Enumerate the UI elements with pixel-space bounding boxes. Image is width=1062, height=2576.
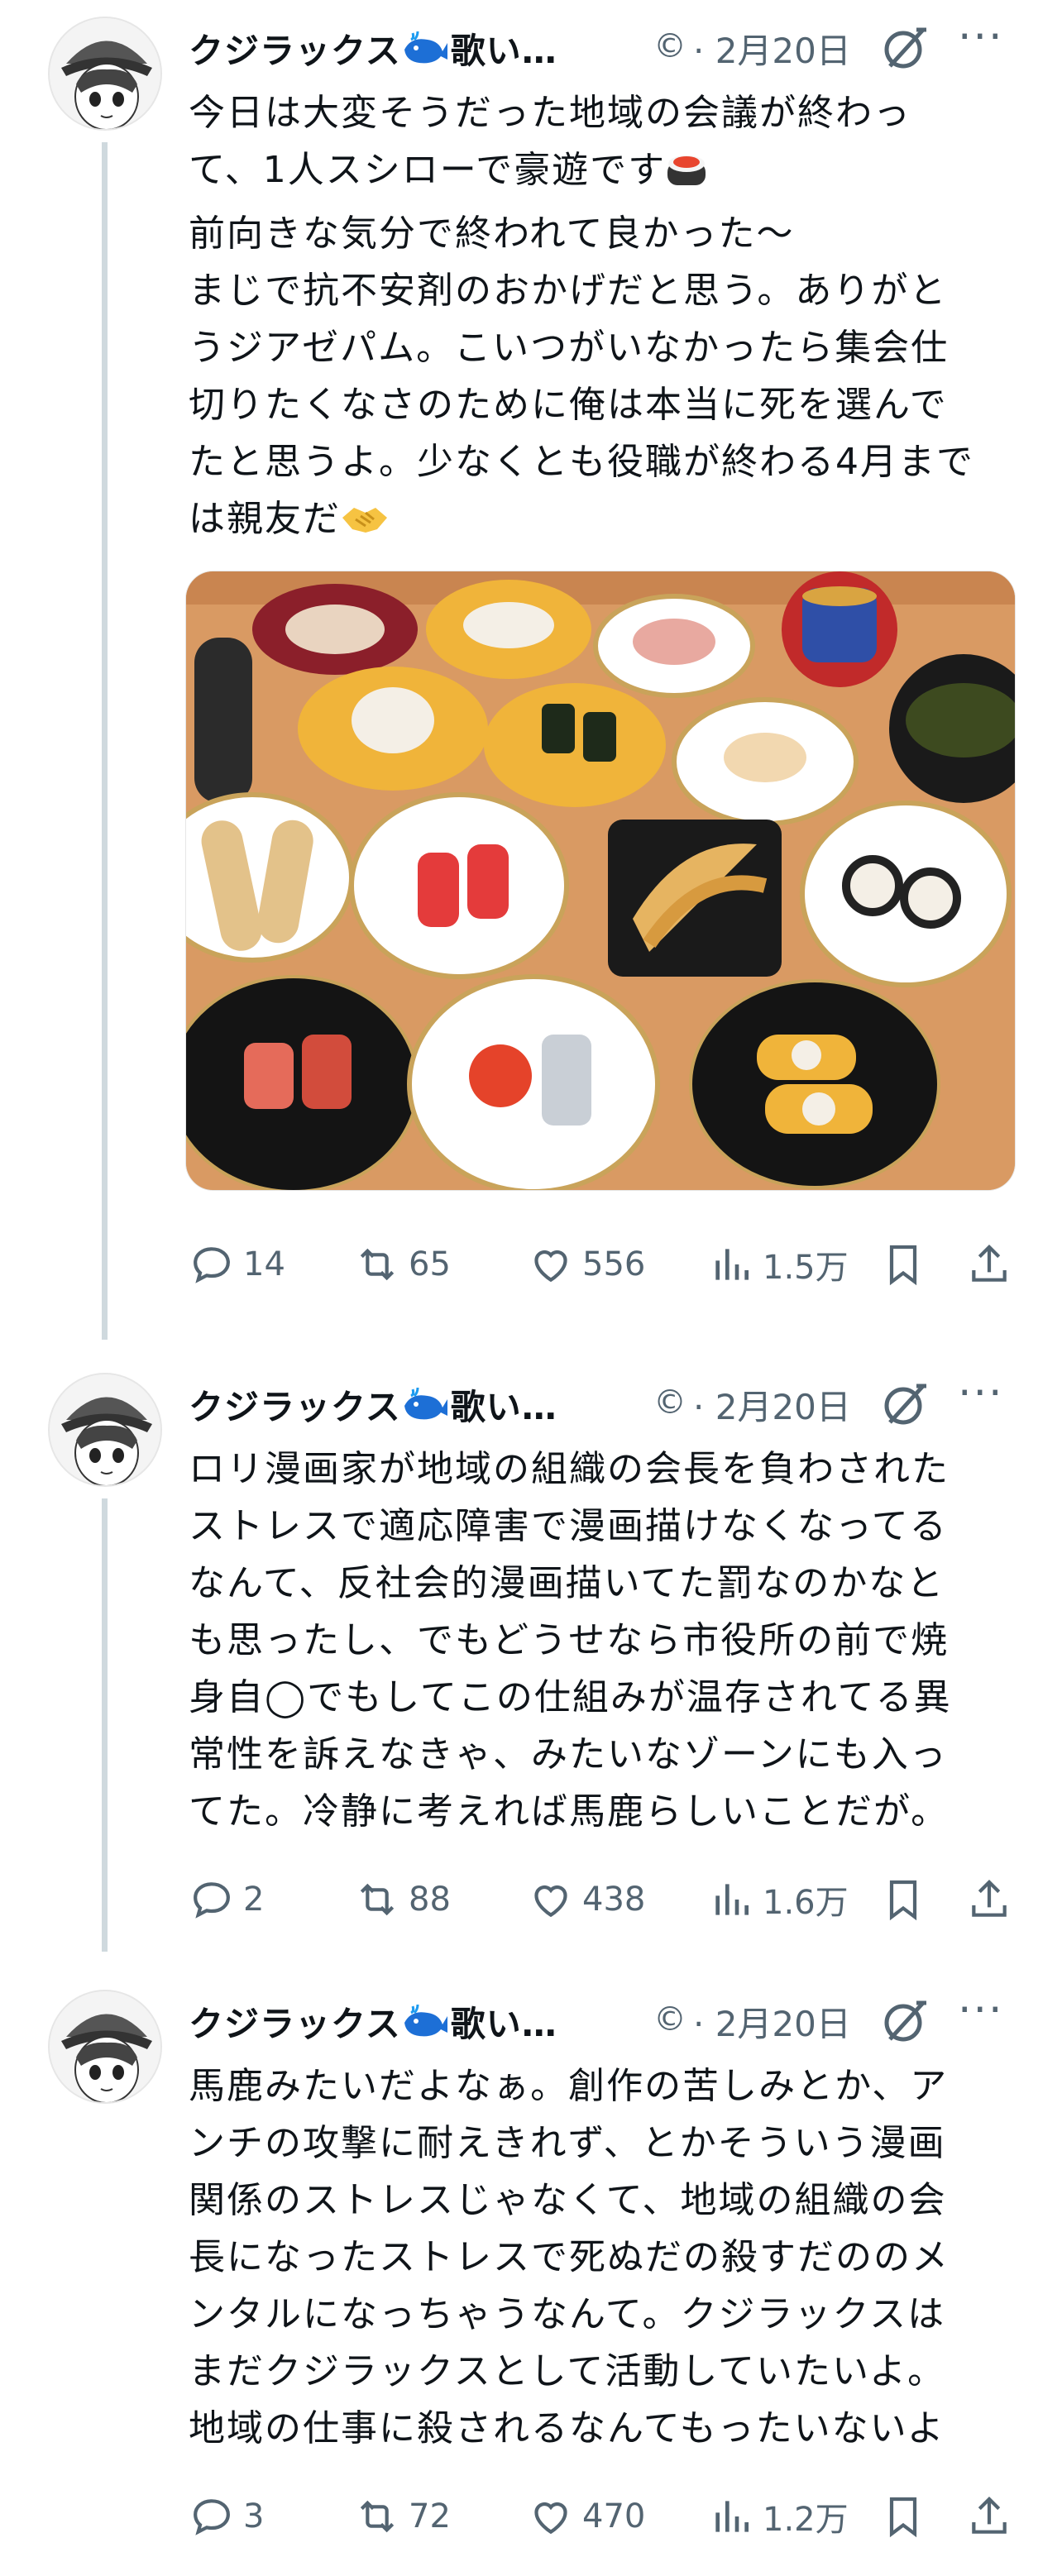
avatar-image bbox=[50, 18, 160, 129]
more-options-icon[interactable]: ··· bbox=[958, 1989, 1024, 2041]
like-button[interactable]: 470 bbox=[528, 2488, 645, 2545]
tweet-actions: 2 88 438 1.6万 bbox=[189, 1871, 1037, 1928]
tweet-header: クジラックス 歌い… © · 2月20日 ··· bbox=[189, 1372, 1029, 1432]
share-icon bbox=[972, 1880, 1007, 1917]
tweet-actions: 14 65 556 1.5万 bbox=[189, 1235, 1037, 1293]
copyright-icon: © bbox=[653, 1384, 686, 1422]
bookmark-button[interactable] bbox=[880, 2488, 935, 2545]
display-name[interactable]: クジラックス 歌い… bbox=[189, 23, 557, 76]
sushi-emoji bbox=[666, 148, 707, 205]
tweet[interactable]: クジラックス 歌い… © · 2月20日 ··· 馬鹿みたいだよなぁ。創作の苦しみ… bbox=[0, 1973, 1062, 2576]
grok-icon[interactable] bbox=[880, 23, 930, 73]
whale-emoji bbox=[403, 1387, 449, 1432]
retweet-button[interactable]: 65 bbox=[354, 1235, 451, 1293]
whale-emoji bbox=[403, 2004, 449, 2049]
share-icon bbox=[972, 1245, 1007, 1282]
views-button[interactable]: 1.6万 bbox=[708, 1871, 849, 1928]
retweet-button[interactable]: 72 bbox=[354, 2488, 451, 2545]
share-button[interactable] bbox=[966, 1871, 1021, 1928]
reply-button[interactable]: 2 bbox=[189, 1871, 264, 1928]
avatar-image bbox=[50, 1374, 160, 1485]
grok-icon[interactable] bbox=[880, 1379, 930, 1429]
avatar[interactable] bbox=[48, 1990, 162, 2104]
reply-button[interactable]: 3 bbox=[189, 2488, 264, 2545]
copyright-icon: © bbox=[653, 2000, 686, 2038]
tweet-date[interactable]: · 2月20日 bbox=[693, 23, 851, 74]
bookmark-button[interactable] bbox=[880, 1871, 935, 1928]
display-name[interactable]: クジラックス 歌い… bbox=[189, 1379, 557, 1432]
thread-line bbox=[102, 142, 108, 1340]
tweet-header: クジラックス 歌い… © · 2月20日 ··· bbox=[189, 16, 1029, 76]
tweet-text: ロリ漫画家が地域の組織の会長を負わされた ストレスで適応障害で漫画描けなくなって… bbox=[189, 1448, 952, 1833]
bookmark-icon bbox=[889, 1245, 917, 1286]
tweet[interactable]: クジラックス 歌い… © · 2月20日 ··· ロリ漫画家が地域の組織の会長を負… bbox=[0, 1356, 1062, 1952]
views-button[interactable]: 1.2万 bbox=[708, 2488, 849, 2545]
views-button[interactable]: 1.5万 bbox=[708, 1235, 849, 1293]
tweet-date[interactable]: · 2月20日 bbox=[693, 1379, 851, 1430]
tweet-text: 馬鹿みたいだよなぁ。創作の苦しみとか、ア ンチの攻撃に耐えきれず、とかそういう漫… bbox=[189, 2065, 950, 2449]
thread-line bbox=[102, 1498, 108, 1952]
bookmark-icon bbox=[889, 1880, 917, 1921]
tweet-header: クジラックス 歌い… © · 2月20日 ··· bbox=[189, 1989, 1029, 2049]
display-name[interactable]: クジラックス 歌い… bbox=[189, 1996, 557, 2049]
bookmark-icon bbox=[889, 2497, 917, 2538]
share-button[interactable] bbox=[966, 2488, 1021, 2545]
tweet-text: 今日は大変そうだった地域の会議が終わっ て、1人スシローで豪遊です 前向きな気分… bbox=[189, 84, 1024, 554]
copyright-icon: © bbox=[653, 27, 686, 65]
more-options-icon[interactable]: ··· bbox=[958, 16, 1024, 68]
retweet-icon bbox=[360, 2500, 395, 2533]
handshake-emoji bbox=[341, 497, 389, 554]
retweet-button[interactable]: 88 bbox=[354, 1871, 451, 1928]
retweet-icon bbox=[360, 1883, 395, 1916]
avatar[interactable] bbox=[48, 17, 162, 131]
reply-icon bbox=[194, 1882, 230, 1919]
like-button[interactable]: 438 bbox=[528, 1871, 645, 1928]
retweet-icon bbox=[360, 1248, 395, 1281]
heart-icon bbox=[534, 1250, 567, 1283]
whale-emoji bbox=[403, 31, 449, 76]
reply-icon bbox=[194, 1247, 230, 1283]
views-icon bbox=[715, 2501, 749, 2532]
tweet-date[interactable]: · 2月20日 bbox=[693, 1996, 851, 2047]
reply-icon bbox=[194, 2499, 230, 2535]
views-icon bbox=[715, 1249, 749, 1280]
reply-button[interactable]: 14 bbox=[189, 1235, 285, 1293]
share-icon bbox=[972, 2497, 1007, 2534]
bookmark-button[interactable] bbox=[880, 1235, 935, 1293]
sushi-photo-image bbox=[186, 571, 1015, 1190]
avatar-image bbox=[50, 1991, 160, 2102]
more-options-icon[interactable]: ··· bbox=[958, 1372, 1024, 1424]
heart-icon bbox=[534, 2502, 567, 2535]
heart-icon bbox=[534, 1885, 567, 1918]
tweet-actions: 3 72 470 1.2万 bbox=[189, 2488, 1037, 2545]
grok-icon[interactable] bbox=[880, 1996, 930, 2046]
like-button[interactable]: 556 bbox=[528, 1235, 645, 1293]
tweet[interactable]: クジラックス 歌い… © · 2月20日 ··· 今日は大変そうだった地域の会議が… bbox=[0, 0, 1062, 1340]
share-button[interactable] bbox=[966, 1235, 1021, 1293]
avatar[interactable] bbox=[48, 1373, 162, 1487]
tweet-photo[interactable] bbox=[185, 571, 1016, 1191]
views-icon bbox=[715, 1884, 749, 1915]
